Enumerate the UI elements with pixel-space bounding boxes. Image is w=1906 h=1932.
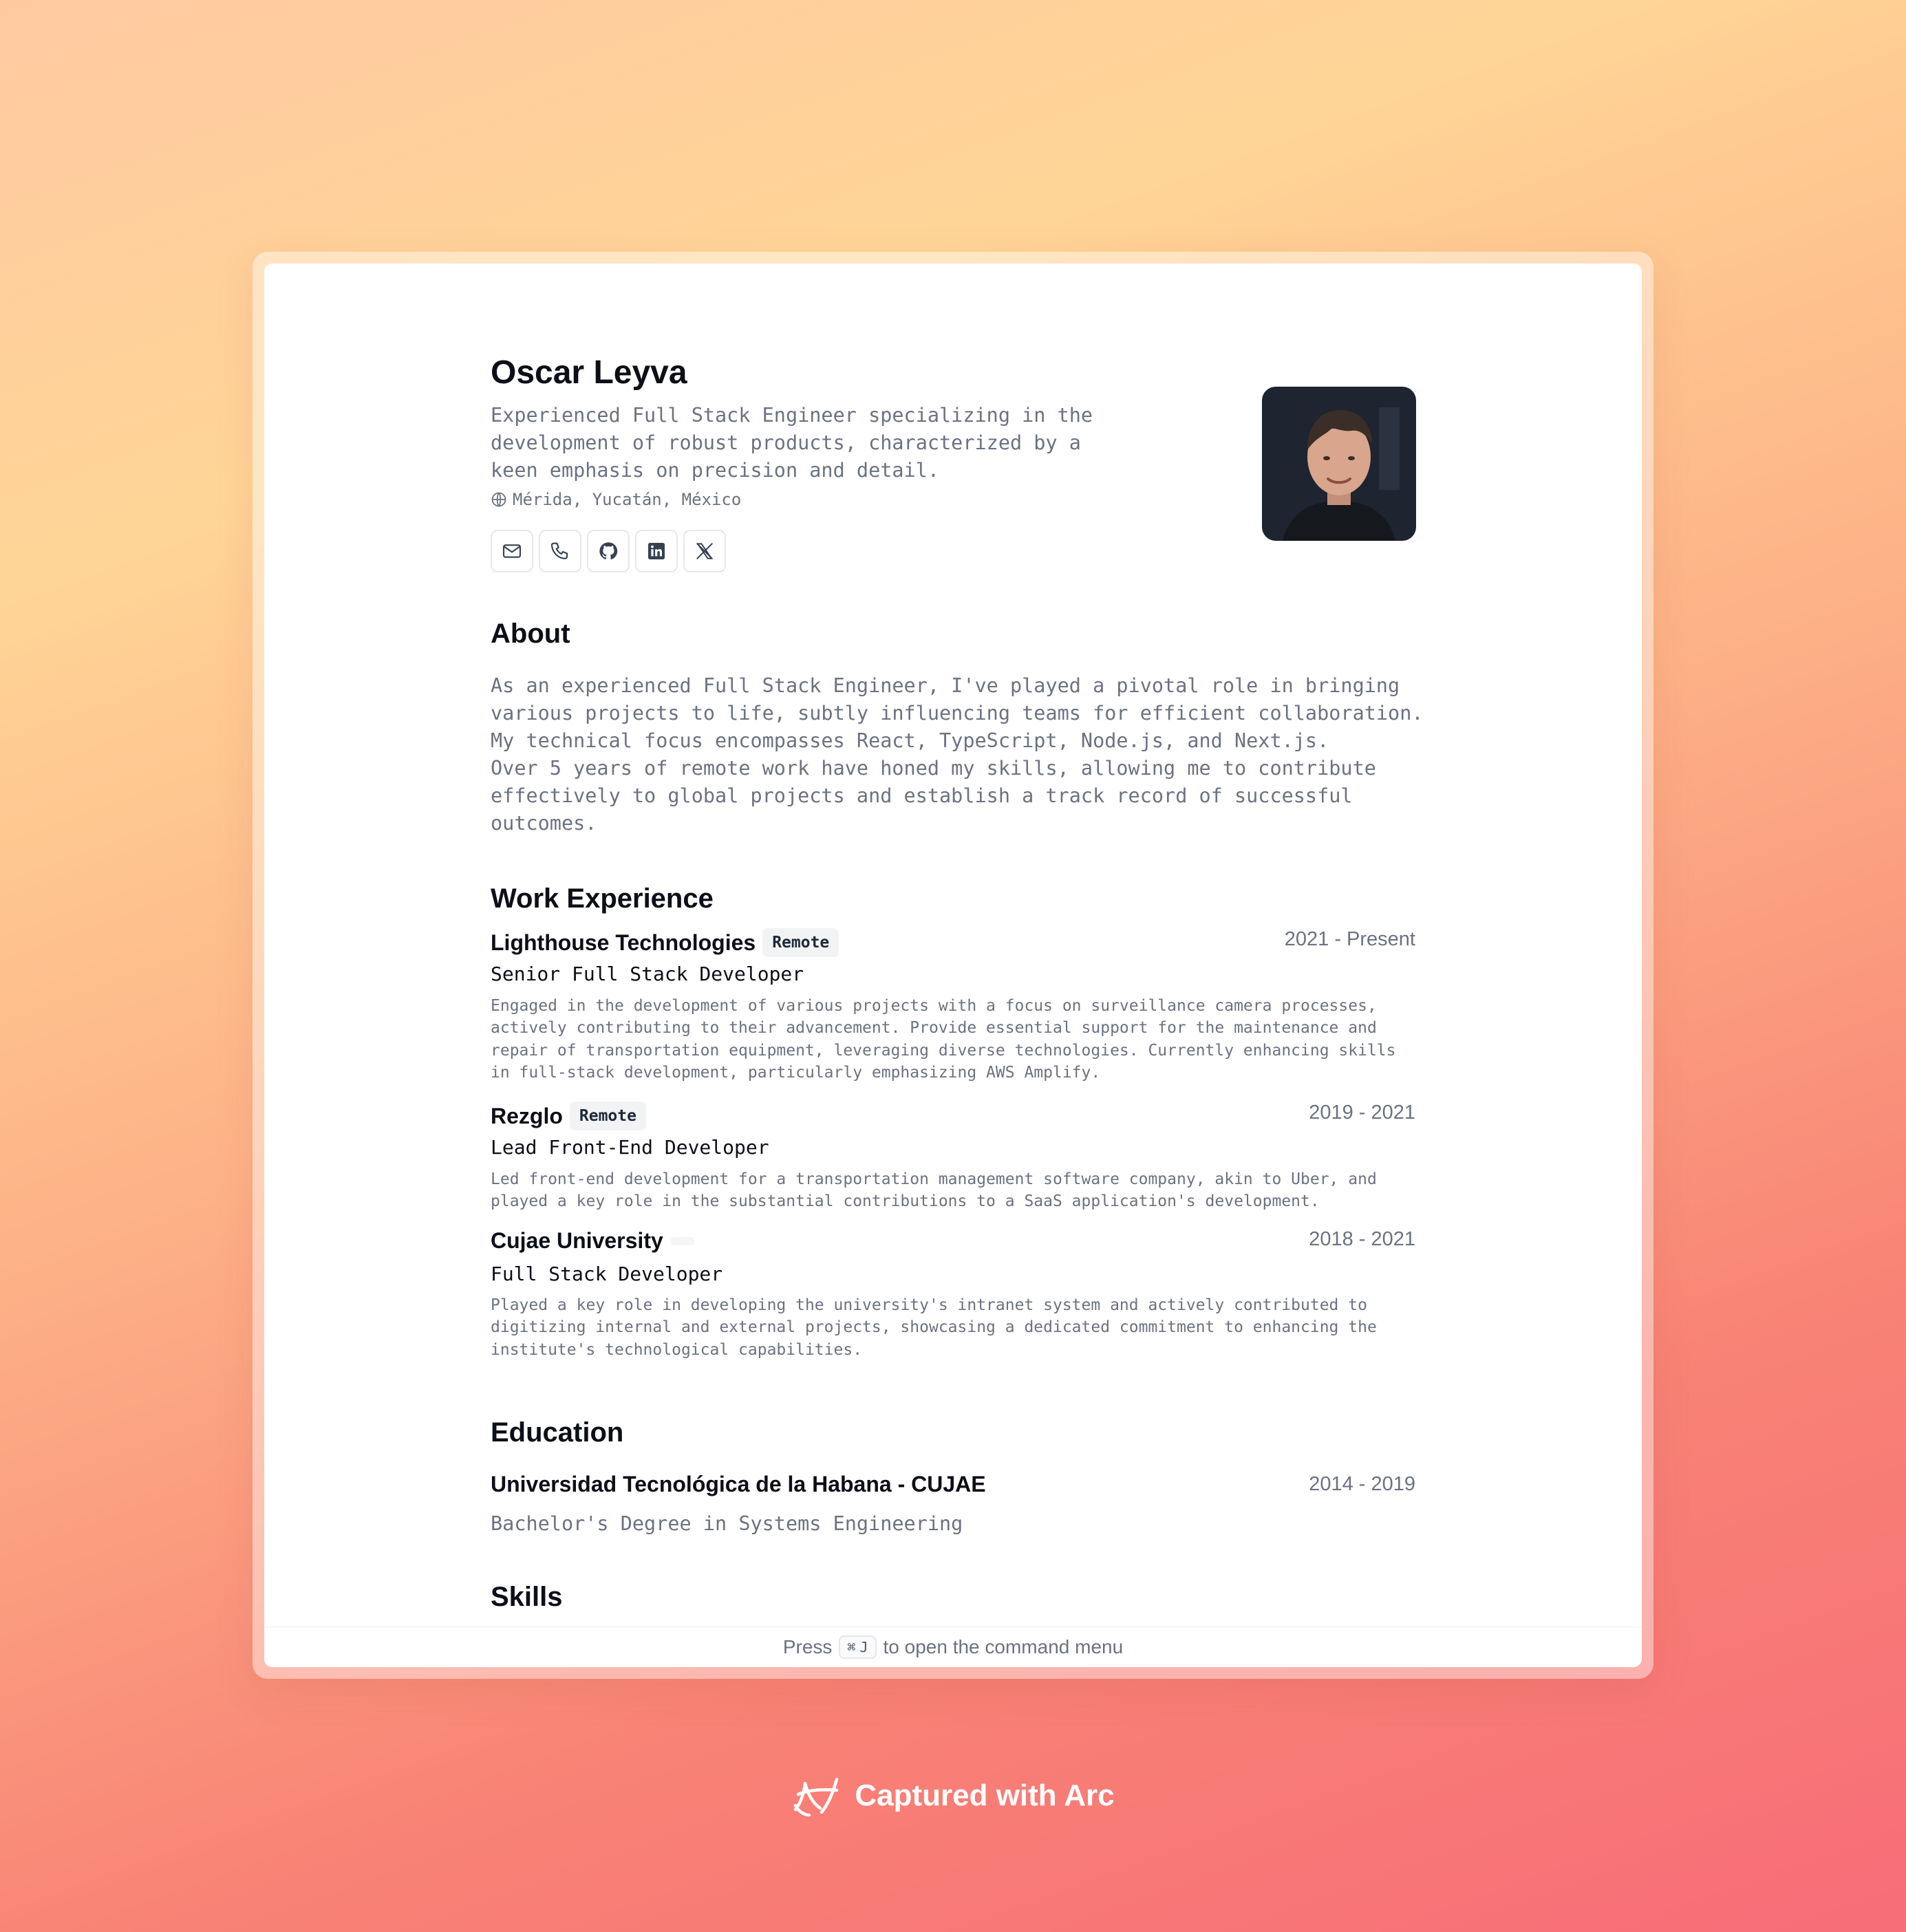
about-text: As an experienced Full Stack Engineer, I… — [491, 674, 1424, 835]
remote-badge: Remote — [762, 928, 839, 957]
job-role: Full Stack Developer — [491, 1263, 723, 1285]
avatar-photo — [1262, 387, 1416, 541]
job-description: Played a key role in developing the univ… — [491, 1296, 1377, 1359]
x-button[interactable] — [683, 530, 726, 572]
skills-heading: Skills — [491, 1582, 563, 1612]
arc-watermark: Captured with Arc — [0, 1774, 1906, 1818]
command-menu-hint: Press ⌘ J to open the command menu — [264, 1627, 1642, 1667]
browser-window: Oscar Leyva Experienced Full Stack Engin… — [264, 264, 1642, 1667]
job-header: Cujae University — [491, 1228, 695, 1254]
phone-icon — [550, 542, 568, 559]
command-shortcut-key[interactable]: ⌘ J — [839, 1635, 877, 1659]
contact-links — [491, 530, 726, 572]
profile-summary: Experienced Full Stack Engineer speciali… — [491, 404, 1093, 482]
job-header: Lighthouse Technologies Remote — [491, 928, 839, 957]
mail-icon — [502, 544, 522, 558]
hint-prefix: Press — [782, 1636, 833, 1657]
about-heading: About — [491, 619, 570, 649]
linkedin-icon — [648, 543, 665, 559]
job-role: Lead Front-End Developer — [491, 1136, 769, 1159]
profile-name: Oscar Leyva — [491, 354, 687, 391]
shortcut-letter: J — [859, 1639, 868, 1655]
location-text: Mérida, Yucatán, México — [513, 490, 742, 509]
job-role: Senior Full Stack Developer — [491, 963, 804, 985]
education-heading: Education — [491, 1417, 624, 1448]
x-icon — [696, 543, 713, 559]
github-icon — [599, 542, 618, 560]
github-button[interactable] — [587, 530, 630, 572]
job-description: Led front-end development for a transpor… — [491, 1170, 1377, 1211]
email-button[interactable] — [491, 530, 533, 572]
arc-logo-icon — [794, 1777, 839, 1817]
arc-watermark-text: Captured with Arc — [855, 1779, 1115, 1812]
education-degree: Bachelor's Degree in Systems Engineering — [491, 1512, 963, 1535]
remote-badge: Remote — [569, 1102, 646, 1130]
command-key-icon: ⌘ — [847, 1639, 856, 1655]
linkedin-button[interactable] — [635, 530, 678, 572]
phone-button[interactable] — [539, 530, 581, 572]
location-link[interactable]: Mérida, Yucatán, México — [491, 490, 741, 509]
company-link[interactable]: Rezglo — [491, 1104, 563, 1129]
company-link[interactable]: Cujae University — [491, 1228, 663, 1254]
job-period: 2021 - Present — [1284, 928, 1415, 950]
job-description: Engaged in the development of various pr… — [491, 997, 1396, 1082]
job-header: Rezglo Remote — [491, 1102, 646, 1130]
job-period: 2018 - 2021 — [1309, 1228, 1415, 1250]
empty-badge — [670, 1236, 695, 1245]
hint-suffix: to open the command menu — [883, 1636, 1124, 1657]
work-heading: Work Experience — [491, 883, 714, 914]
company-link[interactable]: Lighthouse Technologies — [491, 930, 756, 956]
education-school: Universidad Tecnológica de la Habana - C… — [491, 1472, 986, 1496]
education-period: 2014 - 2019 — [1309, 1473, 1415, 1495]
job-period: 2019 - 2021 — [1309, 1102, 1415, 1124]
globe-icon — [491, 492, 506, 507]
profile-avatar — [1262, 387, 1416, 541]
